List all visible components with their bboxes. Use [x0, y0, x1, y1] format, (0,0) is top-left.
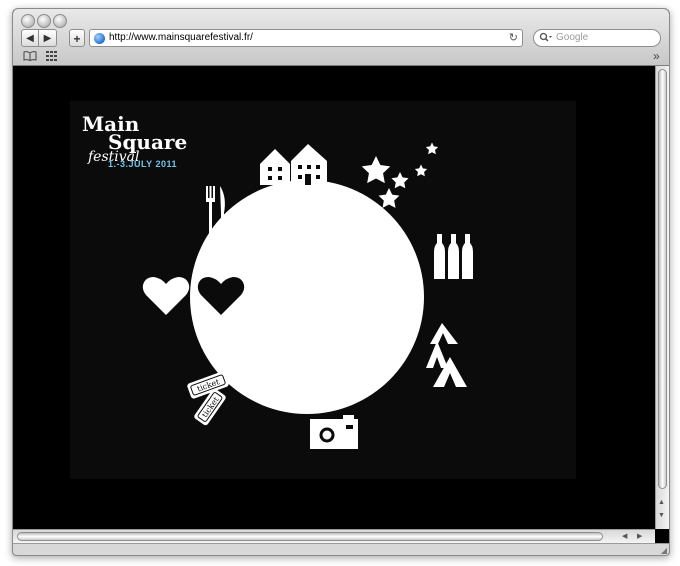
back-arrow-icon: ◀ — [26, 33, 34, 44]
url-text: http://www.mainsquarefestival.fr/ — [109, 32, 253, 43]
house-icon[interactable] — [260, 144, 327, 185]
plus-icon: + — [73, 32, 81, 46]
zoom-window-button[interactable] — [53, 14, 67, 28]
toolbar-overflow-icon[interactable]: » — [653, 49, 660, 63]
search-field[interactable]: Google — [533, 29, 661, 47]
horizontal-scrollbar[interactable]: ◀ ▶ — [13, 529, 655, 543]
festival-stage: Main Square festival 1.-3.JULY 2011 tick… — [70, 101, 576, 479]
star-icon[interactable] — [361, 142, 439, 208]
reload-icon[interactable]: ↻ — [509, 31, 518, 44]
forward-button[interactable]: ▶ — [39, 29, 57, 47]
camera-icon[interactable] — [310, 415, 358, 449]
address-bar[interactable]: http://www.mainsquarefestival.fr/ ↻ — [89, 29, 523, 47]
web-content: Main Square festival 1.-3.JULY 2011 tick… — [13, 66, 655, 529]
back-button[interactable]: ◀ — [21, 29, 39, 47]
ticket-icon[interactable]: ticket ticket — [186, 371, 229, 427]
top-sites-grid-icon[interactable] — [46, 51, 58, 64]
scroll-down-icon[interactable]: ▼ — [658, 512, 665, 519]
magnifier-icon — [539, 32, 553, 46]
forward-arrow-icon: ▶ — [43, 33, 52, 44]
festival-graphic: ticket ticket — [142, 142, 473, 449]
add-bookmark-button[interactable]: + — [69, 29, 85, 47]
tent-icon[interactable] — [426, 323, 467, 387]
bookmarks-book-icon[interactable] — [23, 51, 37, 64]
minimize-window-button[interactable] — [37, 14, 51, 28]
heart-icon[interactable] — [142, 277, 190, 315]
vertical-scrollbar[interactable]: ▲ ▼ — [655, 66, 669, 529]
close-window-button[interactable] — [21, 14, 35, 28]
search-placeholder: Google — [556, 32, 589, 43]
browser-window: ◀ ▶ + http://www.mainsquarefestival.fr/ … — [12, 8, 670, 556]
resize-grip-icon[interactable]: ◢ — [661, 546, 667, 555]
scroll-up-icon[interactable]: ▲ — [658, 499, 665, 506]
status-bar: ◢ — [13, 543, 669, 555]
vertical-scroll-thumb[interactable] — [658, 69, 667, 489]
bottle-icon[interactable] — [434, 234, 473, 279]
horizontal-scroll-thumb[interactable] — [17, 532, 603, 541]
scroll-left-icon[interactable]: ◀ — [622, 532, 627, 540]
globe-icon — [94, 33, 105, 44]
scroll-right-icon[interactable]: ▶ — [637, 532, 642, 540]
browser-toolbar: ◀ ▶ + http://www.mainsquarefestival.fr/ … — [13, 9, 669, 66]
